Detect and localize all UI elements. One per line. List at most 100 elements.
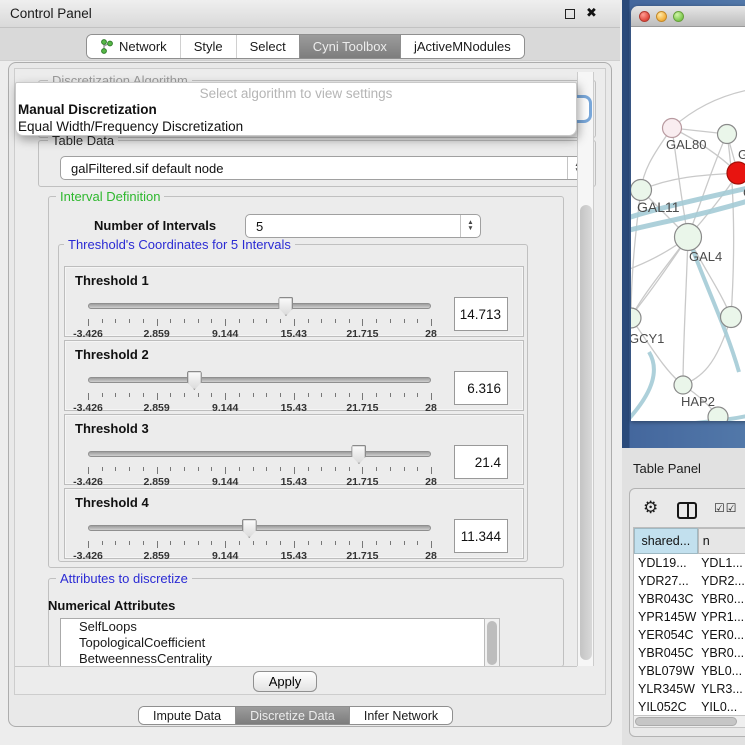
tab-infer-network[interactable]: Infer Network bbox=[349, 707, 452, 724]
network-node[interactable] bbox=[721, 307, 742, 328]
threshold-slider[interactable]: -3.4262.8599.14415.4321.71528 bbox=[88, 371, 431, 411]
float-window-button[interactable] bbox=[565, 9, 575, 19]
tick-label: -3.426 bbox=[73, 550, 103, 562]
algorithm-option[interactable]: Manual Discretization bbox=[16, 102, 576, 119]
tick-label: 2.859 bbox=[143, 550, 169, 562]
threshold-panel: Threshold 4-3.4262.8599.14415.4321.71528 bbox=[64, 488, 524, 559]
tab-cyni-toolbox[interactable]: Cyni Toolbox bbox=[299, 35, 400, 58]
tick-label: -3.426 bbox=[73, 476, 103, 488]
cell-name: YBR0... bbox=[698, 592, 745, 606]
tab-style[interactable]: Style bbox=[180, 35, 236, 58]
combo-stepper-icon[interactable]: ▲▼ bbox=[460, 215, 480, 237]
tab-jactivemnodules[interactable]: jActiveMNodules bbox=[400, 35, 524, 58]
algorithm-options: Manual DiscretizationEqual Width/Frequen… bbox=[16, 102, 576, 135]
column-header-shared[interactable]: shared... bbox=[634, 528, 698, 554]
panel-title: Control Panel bbox=[10, 6, 92, 21]
tick-label: 15.43 bbox=[281, 328, 307, 340]
network-graph bbox=[631, 27, 745, 421]
table-horizontal-scrollbar[interactable] bbox=[633, 715, 745, 728]
tab-impute-data[interactable]: Impute Data bbox=[139, 707, 235, 724]
table-header-row: shared... n bbox=[634, 528, 745, 554]
table-row[interactable]: YBL079WYBL0... bbox=[634, 662, 745, 680]
control-panel-titlebar: Control Panel ✖ bbox=[0, 0, 620, 28]
network-icon bbox=[100, 39, 113, 54]
number-of-intervals-combobox[interactable]: 5 ▲▼ bbox=[245, 214, 481, 238]
table-row[interactable]: YDL19...YDL1... bbox=[634, 554, 745, 572]
tick-label: 9.144 bbox=[212, 476, 238, 488]
column-header-name[interactable]: n bbox=[698, 528, 745, 554]
algorithm-option[interactable]: Equal Width/Frequency Discretization bbox=[16, 119, 576, 136]
table-row[interactable]: YDR27...YDR2... bbox=[634, 572, 745, 590]
network-node[interactable] bbox=[708, 407, 728, 421]
zoom-window-icon[interactable] bbox=[673, 11, 684, 22]
threshold-value-field[interactable] bbox=[454, 371, 508, 405]
table-row[interactable]: YER054CYER0... bbox=[634, 626, 745, 644]
network-node[interactable] bbox=[663, 119, 682, 138]
tick-label: 9.144 bbox=[212, 402, 238, 414]
tick-label: 2.859 bbox=[143, 328, 169, 340]
slider-thumb[interactable] bbox=[351, 445, 366, 464]
slider-thumb[interactable] bbox=[278, 297, 293, 316]
threshold-label: Threshold 3 bbox=[75, 421, 149, 436]
threshold-value-field[interactable] bbox=[454, 297, 508, 331]
table-row[interactable]: YLR345WYLR3... bbox=[634, 680, 745, 698]
table-row[interactable]: YIL052CYIL0... bbox=[634, 698, 745, 716]
threshold-value-field[interactable] bbox=[454, 519, 508, 553]
apply-button[interactable]: Apply bbox=[253, 671, 317, 692]
tab-discretize-data[interactable]: Discretize Data bbox=[235, 707, 349, 724]
network-node[interactable] bbox=[727, 162, 745, 184]
network-canvas[interactable]: GAL80 GA C GAL11 GAL4 GCY1 H HAP2 bbox=[631, 27, 745, 421]
minimize-window-icon[interactable] bbox=[656, 11, 667, 22]
table-panel: ⚙ ☑☑ shared... n YDL19...YDL1...YDR27...… bbox=[629, 488, 745, 737]
control-panel-tabs: Network Style Select Cyni Toolbox jActiv… bbox=[86, 34, 525, 59]
network-node[interactable] bbox=[674, 376, 692, 394]
attributes-group-label: Attributes to discretize bbox=[56, 572, 192, 586]
node-label: GAL80 bbox=[666, 137, 706, 152]
close-panel-button[interactable]: ✖ bbox=[586, 5, 597, 21]
attribute-list-item[interactable]: BetweennessCentrality bbox=[61, 651, 484, 667]
table-row[interactable]: YPR145WYPR1... bbox=[634, 608, 745, 626]
tick-label: 9.144 bbox=[212, 328, 238, 340]
threshold-slider[interactable]: -3.4262.8599.14415.4321.71528 bbox=[88, 297, 431, 337]
settings-vertical-scrollbar[interactable] bbox=[577, 72, 594, 666]
attributes-list-scrollbar[interactable] bbox=[484, 618, 500, 667]
numerical-attributes-list[interactable]: SelfLoopsTopologicalCoefficientBetweenne… bbox=[60, 618, 484, 667]
thresholds-group-label: Threshold's Coordinates for 5 Intervals bbox=[64, 238, 295, 252]
tick-label: -3.426 bbox=[73, 402, 103, 414]
cyni-mode-tabs: Impute Data Discretize Data Infer Networ… bbox=[138, 706, 453, 725]
cell-name: YPR1... bbox=[698, 610, 745, 624]
tick-label: 28 bbox=[425, 550, 437, 562]
tab-select[interactable]: Select bbox=[236, 35, 299, 58]
table-data-label: Table Data bbox=[48, 134, 118, 148]
network-node[interactable] bbox=[675, 224, 702, 251]
slider-thumb[interactable] bbox=[187, 371, 202, 390]
network-node[interactable] bbox=[631, 308, 641, 328]
network-window-titlebar bbox=[631, 6, 745, 27]
columns-icon[interactable] bbox=[677, 502, 697, 519]
attribute-list-item[interactable]: TopologicalCoefficient bbox=[61, 635, 484, 651]
tab-network[interactable]: Network bbox=[87, 35, 180, 58]
node-label: GCY1 bbox=[631, 331, 664, 346]
attribute-list-item[interactable]: SelfLoops bbox=[61, 619, 484, 635]
cell-shared-name: YIL052C bbox=[634, 700, 698, 714]
node-label: GAL4 bbox=[689, 249, 722, 264]
close-window-icon[interactable] bbox=[639, 11, 650, 22]
threshold-slider[interactable]: -3.4262.8599.14415.4321.71528 bbox=[88, 519, 431, 559]
threshold-label: Threshold 1 bbox=[75, 273, 149, 288]
network-node[interactable] bbox=[718, 125, 737, 144]
slider-thumb[interactable] bbox=[242, 519, 257, 538]
tab-network-label: Network bbox=[119, 39, 167, 54]
table-data-combobox[interactable]: galFiltered.sif default node ▲▼ bbox=[60, 156, 588, 180]
tick-label: 2.859 bbox=[143, 402, 169, 414]
viewport-divider bbox=[15, 666, 577, 667]
checkbox-icons[interactable]: ☑☑ bbox=[714, 501, 738, 515]
threshold-value-field[interactable] bbox=[454, 445, 508, 479]
table-body: YDL19...YDL1...YDR27...YDR2...YBR043CYBR… bbox=[634, 554, 745, 716]
gear-icon[interactable]: ⚙ bbox=[643, 498, 658, 518]
tick-label: 21.715 bbox=[346, 476, 378, 488]
table-row[interactable]: YBR043CYBR0... bbox=[634, 590, 745, 608]
threshold-slider[interactable]: -3.4262.8599.14415.4321.71528 bbox=[88, 445, 431, 485]
cell-shared-name: YBL079W bbox=[634, 664, 698, 678]
table-row[interactable]: YBR045CYBR0... bbox=[634, 644, 745, 662]
network-node[interactable] bbox=[631, 180, 652, 201]
